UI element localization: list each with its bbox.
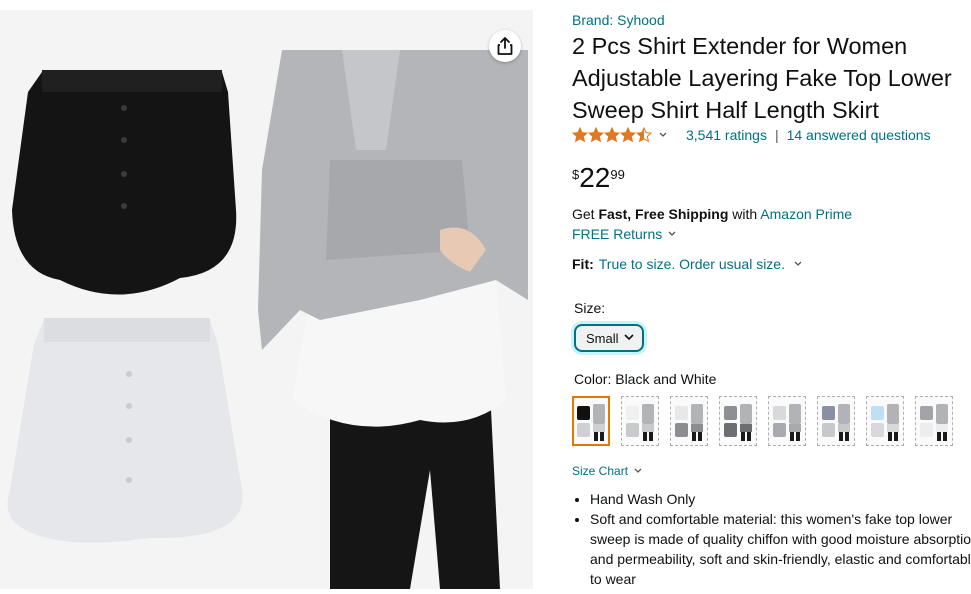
rating-row: 3,541 ratings | 14 answered questions: [572, 127, 931, 143]
chevron-down-icon: [624, 334, 634, 341]
brand-link[interactable]: Brand: Syhood: [572, 12, 665, 28]
swatch-thumbnail: [626, 404, 654, 441]
star-icon: [588, 127, 604, 143]
color-label: Color:: [574, 371, 616, 387]
price-whole: 22: [579, 162, 611, 193]
price: $ 22 99: [572, 162, 625, 194]
ratings-count-link[interactable]: 3,541 ratings: [686, 127, 767, 143]
color-swatch-grey-white[interactable]: [915, 396, 953, 446]
color-swatch-blue-grey[interactable]: [817, 396, 855, 446]
feature-bullets: Hand Wash Only Soft and comfortable mate…: [572, 489, 971, 589]
size-dropdown[interactable]: Small: [574, 324, 644, 352]
star-rating[interactable]: [572, 127, 652, 143]
chevron-down-icon: [794, 261, 802, 266]
product-photo: [0, 10, 533, 589]
color-swatch-white-grey[interactable]: [670, 396, 708, 446]
amazon-prime-link[interactable]: Amazon Prime: [760, 206, 852, 222]
share-button[interactable]: [489, 30, 521, 62]
price-symbol: $: [572, 167, 580, 182]
chevron-down-icon: [668, 231, 676, 236]
free-returns[interactable]: FREE Returns: [572, 226, 676, 242]
star-icon: [620, 127, 636, 143]
color-swatch-black-white[interactable]: [572, 396, 610, 446]
color-swatches: [572, 396, 953, 446]
star-icon: [572, 127, 588, 143]
product-title: 2 Pcs Shirt Extender for Women Adjustabl…: [572, 33, 952, 123]
color-swatch-light-blue[interactable]: [866, 396, 904, 446]
chevron-down-icon: [634, 468, 642, 473]
free-returns-label: FREE Returns: [572, 226, 663, 242]
product-image[interactable]: [0, 10, 533, 589]
shipping-prefix: Get: [572, 206, 599, 222]
size-label: Size:: [574, 300, 606, 316]
fit-label: Fit:: [572, 256, 594, 272]
swatch-thumbnail: [871, 404, 899, 441]
share-icon: [497, 37, 513, 55]
fit-value: True to size. Order usual size.: [598, 256, 785, 272]
size-chart-label: Size Chart: [572, 464, 629, 478]
size-chart-link[interactable]: Size Chart: [572, 464, 642, 478]
size-selected-value: Small: [586, 330, 619, 346]
bullet-item: Hand Wash Only: [590, 489, 971, 509]
bullet-item: Soft and comfortable material: this wome…: [590, 509, 971, 589]
swatch-thumbnail: [822, 404, 850, 441]
swatch-thumbnail: [773, 404, 801, 441]
swatch-thumbnail: [920, 404, 948, 441]
star-icon: [636, 127, 652, 143]
separator: |: [774, 127, 779, 143]
answered-questions-link[interactable]: 14 answered questions: [787, 127, 931, 143]
shipping-bold: Fast, Free Shipping: [598, 206, 729, 222]
star-icon: [604, 127, 620, 143]
color-swatch-dark-grey[interactable]: [719, 396, 757, 446]
swatch-thumbnail: [724, 404, 752, 441]
fit-info[interactable]: Fit: True to size. Order usual size.: [572, 256, 802, 272]
color-value: Black and White: [615, 371, 717, 387]
color-row: Color: Black and White: [574, 371, 716, 387]
shipping-info: Get Fast, Free Shipping with Amazon Prim…: [572, 206, 852, 222]
color-swatch-white[interactable]: [621, 396, 659, 446]
shipping-middle: with: [728, 206, 761, 222]
swatch-thumbnail: [577, 404, 605, 441]
color-swatch-light-grey[interactable]: [768, 396, 806, 446]
swatch-thumbnail: [675, 404, 703, 441]
price-fraction: 99: [610, 167, 625, 182]
chevron-down-icon[interactable]: [658, 132, 668, 138]
